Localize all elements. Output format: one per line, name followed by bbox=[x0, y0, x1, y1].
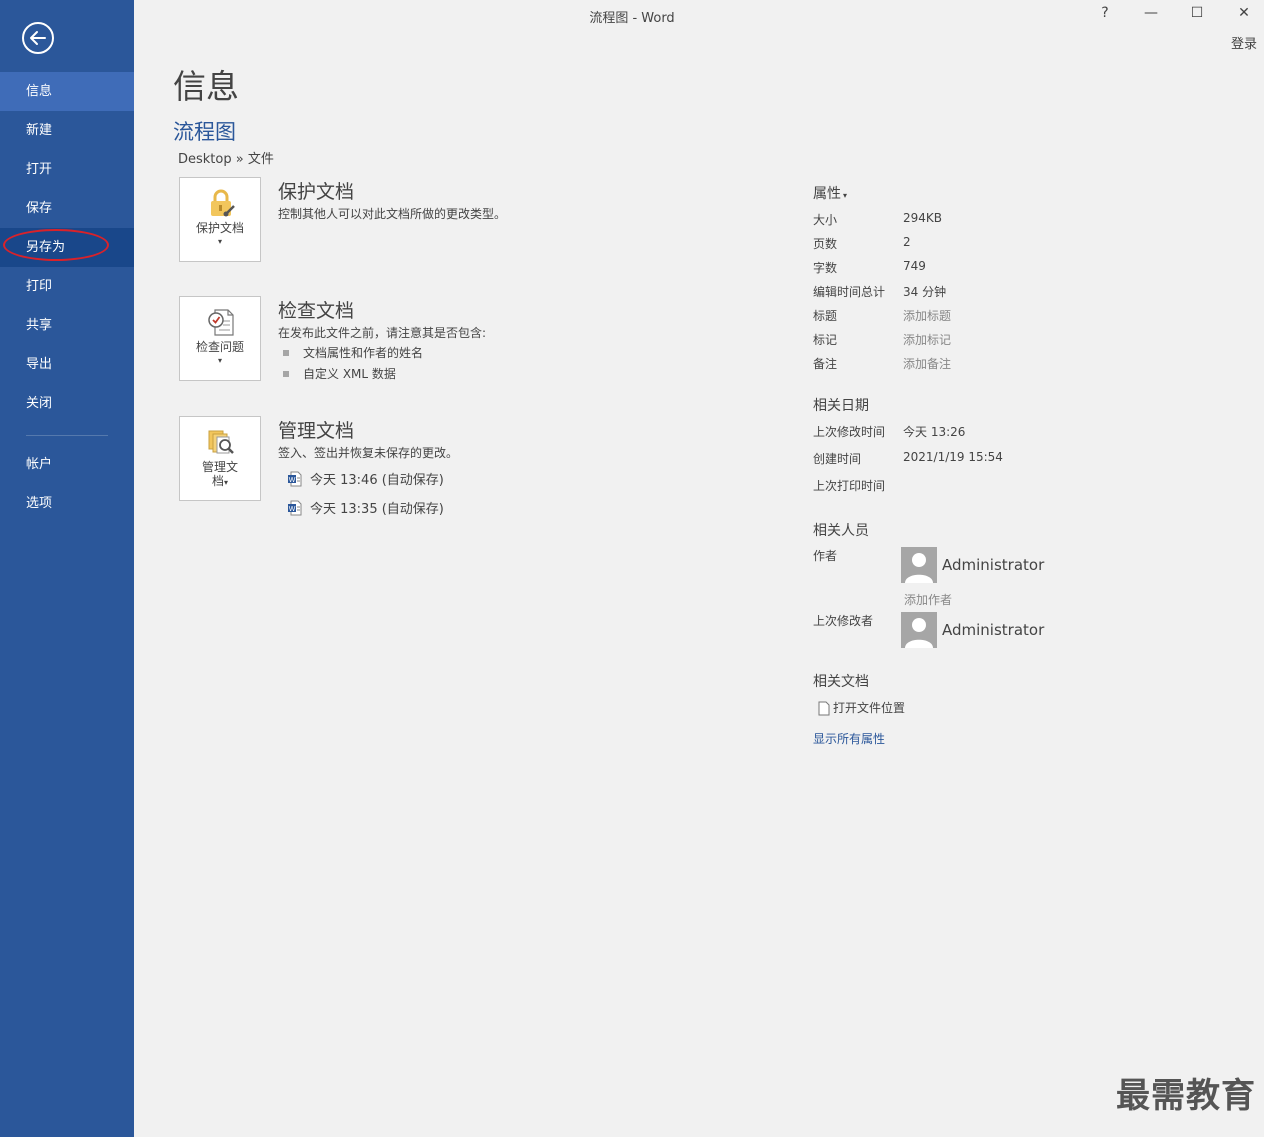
manage-document-button-label: 管理文 档▾ bbox=[180, 460, 260, 490]
prop-label: 创建时间 bbox=[813, 452, 862, 466]
prop-label: 大小 bbox=[813, 213, 838, 227]
prop-label: 上次修改者 bbox=[813, 614, 874, 628]
manage-document-desc: 签入、签出并恢复未保存的更改。 bbox=[278, 446, 459, 460]
manage-versions-icon bbox=[208, 430, 234, 454]
prop-value: 34 分钟 bbox=[903, 285, 947, 299]
watermark-logo: 最需教育 bbox=[1116, 1076, 1256, 1116]
sidebar-item-close[interactable]: 关闭 bbox=[0, 384, 134, 423]
sidebar-item-open[interactable]: 打开 bbox=[0, 150, 134, 189]
sidebar-item-new[interactable]: 新建 bbox=[0, 111, 134, 150]
login-link[interactable]: 登录 bbox=[1231, 33, 1257, 52]
manage-document-button[interactable]: 管理文 档▾ bbox=[179, 416, 261, 501]
chevron-down-icon: ▾ bbox=[217, 237, 222, 246]
svg-text:W: W bbox=[289, 477, 296, 484]
check-issues-button[interactable]: 检查问题 ▾ bbox=[179, 296, 261, 381]
prop-label: 编辑时间总计 bbox=[813, 285, 886, 299]
help-button[interactable]: ? bbox=[1095, 5, 1115, 21]
chevron-down-icon: ▾ bbox=[217, 356, 222, 365]
chevron-down-icon: ▾ bbox=[224, 478, 229, 487]
sidebar-item-info[interactable]: 信息 bbox=[0, 72, 134, 111]
protect-document-button[interactable]: 保护文档 ▾ bbox=[179, 177, 261, 262]
inspect-bullet-text: 自定义 XML 数据 bbox=[303, 367, 396, 381]
back-arrow-icon[interactable] bbox=[22, 22, 54, 54]
person-icon bbox=[905, 553, 933, 583]
related-people-heading: 相关人员 bbox=[813, 523, 869, 539]
list-item: 自定义 XML 数据 bbox=[283, 365, 396, 382]
prop-label: 上次打印时间 bbox=[813, 479, 886, 493]
list-item: 文档属性和作者的姓名 bbox=[283, 344, 423, 361]
word-document-icon: W bbox=[288, 471, 302, 486]
close-button[interactable]: ✕ bbox=[1234, 5, 1254, 21]
prop-value: 2021/1/19 15:54 bbox=[903, 450, 1003, 464]
manage-document-label-line1: 管理文 bbox=[201, 460, 238, 474]
prop-value: 749 bbox=[903, 259, 926, 273]
prop-value: 今天 13:26 bbox=[903, 425, 966, 439]
page-title: 信息 bbox=[173, 67, 239, 106]
show-all-properties-link[interactable]: 显示所有属性 bbox=[813, 730, 885, 747]
sidebar-divider bbox=[26, 435, 108, 436]
version-item[interactable]: W 今天 13:46 (自动保存) bbox=[287, 469, 444, 489]
version-item[interactable]: W 今天 13:35 (自动保存) bbox=[287, 498, 444, 518]
sidebar-item-share[interactable]: 共享 bbox=[0, 306, 134, 345]
maximize-button[interactable]: ☐ bbox=[1187, 5, 1207, 21]
prop-label: 标题 bbox=[813, 309, 838, 323]
sidebar-item-options[interactable]: 选项 bbox=[0, 484, 134, 523]
prop-label: 字数 bbox=[813, 261, 838, 275]
sidebar-item-export[interactable]: 导出 bbox=[0, 345, 134, 384]
prop-label: 标记 bbox=[813, 333, 838, 347]
add-author-input[interactable]: 添加作者 bbox=[904, 591, 952, 608]
inspect-document-desc: 在发布此文件之前，请注意其是否包含: bbox=[278, 326, 487, 340]
prop-label: 上次修改时间 bbox=[813, 425, 886, 439]
bullet-icon bbox=[283, 349, 289, 356]
prop-value: 2 bbox=[903, 235, 911, 249]
breadcrumb[interactable]: Desktop » 文件 bbox=[178, 148, 274, 167]
open-file-location-label: 打开文件位置 bbox=[833, 701, 906, 715]
prop-label: 作者 bbox=[813, 549, 838, 563]
tags-input[interactable]: 添加标记 bbox=[903, 331, 951, 348]
sidebar-item-account[interactable]: 帐户 bbox=[0, 445, 134, 484]
properties-heading[interactable]: 属性 ▾ bbox=[813, 183, 847, 203]
protect-document-button-label: 保护文档 bbox=[195, 221, 244, 235]
related-dates-heading: 相关日期 bbox=[813, 398, 869, 414]
backstage-sidebar: 信息 新建 打开 保存 另存为 打印 共享 导出 关闭 帐户 选项 bbox=[0, 0, 134, 1137]
protect-document-desc: 控制其他人可以对此文档所做的更改类型。 bbox=[278, 207, 507, 221]
inspect-bullet-text: 文档属性和作者的姓名 bbox=[303, 346, 424, 360]
inspect-document-title: 检查文档 bbox=[278, 300, 355, 322]
manage-document-title: 管理文档 bbox=[278, 420, 355, 442]
version-label: 今天 13:35 (自动保存) bbox=[310, 502, 444, 517]
minimize-button[interactable]: — bbox=[1141, 5, 1161, 21]
comments-input[interactable]: 添加备注 bbox=[903, 355, 951, 372]
related-docs-heading: 相关文档 bbox=[813, 674, 869, 690]
author-name[interactable]: Administrator bbox=[942, 556, 1044, 574]
document-icon bbox=[818, 701, 830, 716]
bullet-icon bbox=[283, 370, 289, 377]
document-inspect-icon bbox=[208, 309, 234, 336]
window-title: 流程图 - Word bbox=[589, 11, 675, 26]
chevron-down-icon: ▾ bbox=[843, 191, 848, 200]
modifier-name[interactable]: Administrator bbox=[942, 621, 1044, 639]
open-file-location-link[interactable]: 打开文件位置 bbox=[818, 699, 905, 716]
prop-label: 页数 bbox=[813, 237, 838, 251]
check-issues-button-label: 检查问题 bbox=[195, 340, 244, 354]
avatar bbox=[901, 547, 937, 583]
lock-key-icon bbox=[211, 189, 235, 217]
sidebar-item-save[interactable]: 保存 bbox=[0, 189, 134, 228]
document-name: 流程图 bbox=[173, 120, 236, 144]
prop-value: 294KB bbox=[903, 211, 943, 225]
version-label: 今天 13:46 (自动保存) bbox=[310, 473, 444, 488]
manage-document-label-line2: 档 bbox=[211, 474, 224, 488]
person-icon bbox=[905, 618, 933, 648]
prop-label: 备注 bbox=[813, 357, 838, 371]
avatar bbox=[901, 612, 937, 648]
svg-text:W: W bbox=[289, 506, 296, 513]
sidebar-item-print[interactable]: 打印 bbox=[0, 267, 134, 306]
annotation-highlight-ring bbox=[3, 229, 109, 261]
protect-document-title: 保护文档 bbox=[278, 181, 355, 203]
word-document-icon: W bbox=[288, 500, 302, 515]
title-input[interactable]: 添加标题 bbox=[903, 307, 951, 324]
properties-heading-label: 属性 bbox=[813, 186, 841, 202]
